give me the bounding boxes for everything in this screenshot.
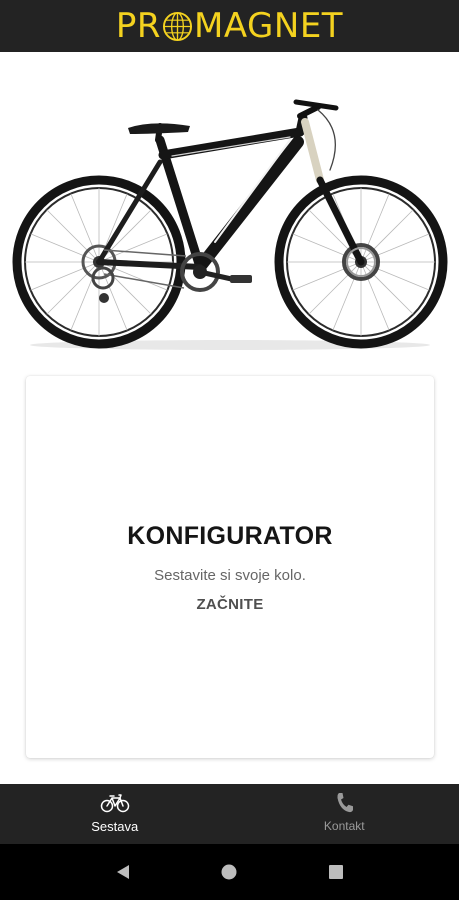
nav-label-kontakt: Kontakt [323,819,365,833]
saddle [128,123,190,143]
bike-frame [96,113,308,273]
configurator-card[interactable]: KONFIGURATOR Sestavite si svoje kolo. ZA… [26,376,434,758]
globe-icon [163,11,193,41]
home-button[interactable] [218,861,240,883]
nav-item-kontakt[interactable]: Kontakt [230,784,459,844]
nav-label-sestava: Sestava [91,819,139,834]
nav-item-sestava[interactable]: Sestava [0,784,230,844]
mountain-bike-image [12,99,448,350]
card-title: KONFIGURATOR [127,522,333,550]
start-button[interactable]: ZAČNITE [190,594,269,615]
back-button[interactable] [112,861,134,883]
home-icon [221,864,237,880]
system-navigation-bar [0,844,459,900]
bottom-navigation: Sestava Kontakt [0,784,459,844]
app-bar: PR MAGNET [0,0,459,52]
back-icon [117,865,130,879]
bicycle-icon [100,794,129,813]
recents-button[interactable] [325,861,347,883]
logo-text-right: MAGNET [194,6,344,46]
promagnet-logo[interactable]: PR MAGNET [116,9,343,43]
card-subtitle: Sestavite si svoje kolo. [154,567,306,584]
recents-icon [328,865,343,879]
phone-icon [337,793,354,813]
logo-text-left: PR [115,6,162,46]
hero-banner [0,52,459,370]
